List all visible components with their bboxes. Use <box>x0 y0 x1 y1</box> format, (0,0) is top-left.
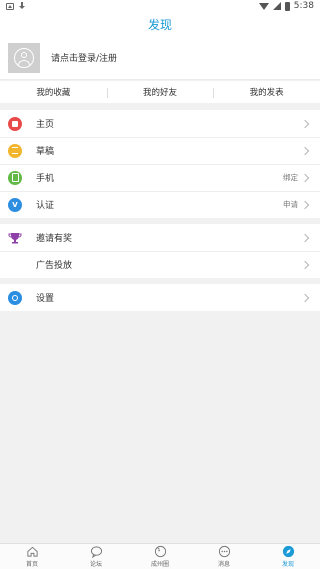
nav-label: 首页 <box>25 561 38 568</box>
tab-my-posts[interactable]: 我的发表 <box>213 86 320 98</box>
status-bar: 5:38 <box>0 0 320 12</box>
menu-item-label: 邀请有奖 <box>36 234 73 244</box>
menu-item-drafts[interactable]: 草稿 <box>0 137 320 164</box>
menu-item-settings[interactable]: 设置 <box>0 284 320 311</box>
chat-bubble-icon <box>90 546 102 558</box>
compass-icon <box>282 545 294 558</box>
draft-icon <box>8 143 22 158</box>
menu-group-settings: 设置 <box>0 284 320 311</box>
verify-icon: V <box>8 197 22 212</box>
menu-item-phone[interactable]: 手机 绑定 <box>0 164 320 191</box>
menu-group-account: 主页 草稿 手机 绑定 V 认证 申请 <box>0 110 320 218</box>
quick-tabs: 我的收藏 我的好友 我的发表 <box>0 81 320 103</box>
menu-item-label: 设置 <box>36 294 55 304</box>
wifi-icon <box>258 2 269 10</box>
bottom-nav: 首页 论坛 成州圈 消息 发现 <box>0 543 320 569</box>
avatar[interactable] <box>8 42 40 73</box>
chevron-right-icon <box>300 173 310 182</box>
menu-item-label: 广告投放 <box>36 261 73 271</box>
chevron-right-icon <box>300 293 310 302</box>
menu-item-value: 申请 <box>283 200 298 209</box>
user-avatar-icon <box>14 47 34 68</box>
nav-circle[interactable]: 成州圈 <box>128 544 192 569</box>
menu-group-promo: 邀请有奖 广告投放 <box>0 224 320 278</box>
menu-item-label: 主页 <box>36 120 55 130</box>
nav-label: 消息 <box>217 561 230 568</box>
status-time: 5:38 <box>293 1 314 11</box>
gear-icon <box>8 290 22 305</box>
nav-label: 成州圈 <box>150 561 169 568</box>
menu-item-value: 绑定 <box>283 173 298 182</box>
blank-icon <box>8 258 22 272</box>
nav-discover[interactable]: 发现 <box>256 544 320 569</box>
status-bar-right: 5:38 <box>258 1 314 11</box>
home-outline-icon <box>26 546 38 557</box>
nav-messages[interactable]: 消息 <box>192 544 256 569</box>
login-prompt[interactable]: 请点击登录/注册 <box>51 51 117 64</box>
title-bar: 发现 <box>0 12 320 36</box>
chevron-right-icon <box>300 200 310 209</box>
login-banner[interactable]: 请点击登录/注册 <box>0 36 320 80</box>
status-bar-left <box>6 2 26 10</box>
chevron-right-icon <box>300 260 310 269</box>
nav-label: 发现 <box>281 561 294 568</box>
menu-item-label: 手机 <box>36 174 55 184</box>
download-notification-icon <box>18 2 26 10</box>
tab-my-favorites[interactable]: 我的收藏 <box>0 86 107 98</box>
menu-item-home[interactable]: 主页 <box>0 110 320 137</box>
chevron-right-icon <box>300 233 310 242</box>
trophy-icon <box>8 231 22 245</box>
menu-item-verification[interactable]: V 认证 申请 <box>0 191 320 218</box>
chevron-right-icon <box>300 119 310 128</box>
page-title: 发现 <box>147 17 172 32</box>
nav-label: 论坛 <box>89 561 102 568</box>
home-icon <box>8 116 22 131</box>
menu-item-advertising[interactable]: 广告投放 <box>0 251 320 278</box>
phone-icon <box>8 170 22 185</box>
nav-forum[interactable]: 论坛 <box>64 544 128 569</box>
nav-home[interactable]: 首页 <box>0 544 64 569</box>
image-notification-icon <box>6 2 14 10</box>
menu-item-invite-rewards[interactable]: 邀请有奖 <box>0 224 320 251</box>
message-icon <box>218 545 230 558</box>
menu-item-label: 认证 <box>36 201 55 211</box>
menu-item-label: 草稿 <box>36 147 55 157</box>
battery-icon <box>284 1 290 11</box>
chevron-right-icon <box>300 146 310 155</box>
signal-icon <box>272 2 281 10</box>
tab-my-friends[interactable]: 我的好友 <box>106 86 214 98</box>
circle-icon <box>154 545 166 558</box>
